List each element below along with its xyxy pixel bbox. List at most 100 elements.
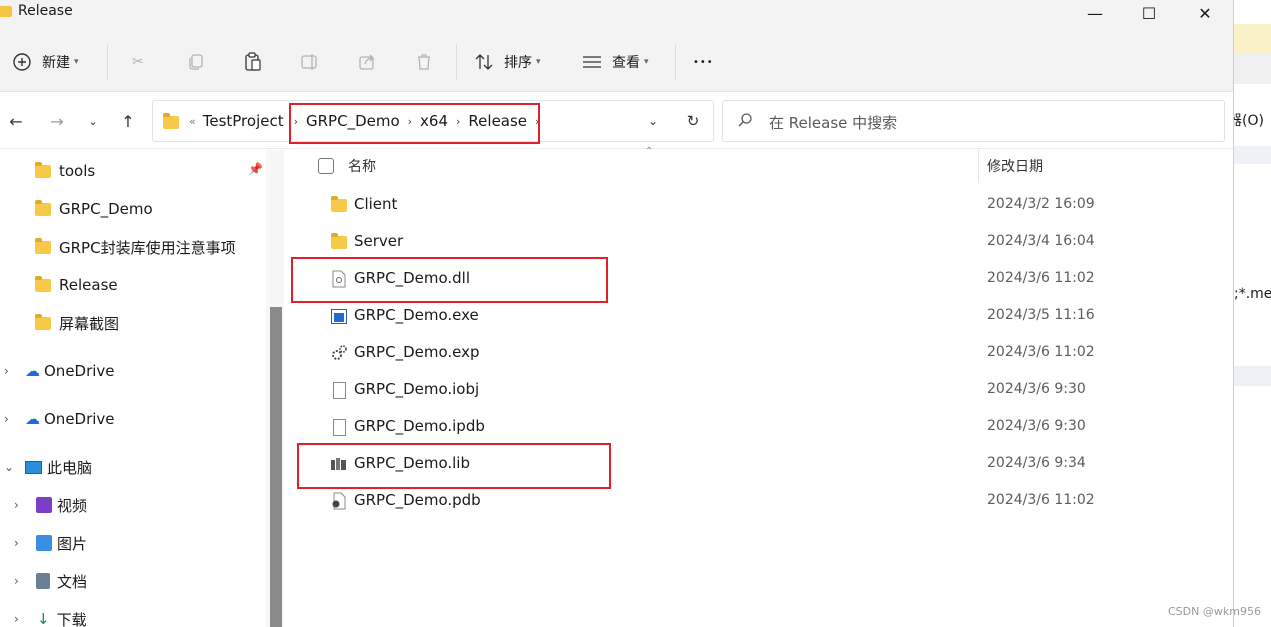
file-name: GRPC_Demo.dll [354, 269, 470, 287]
list-item[interactable]: GRPC_Demo.ipdb 2024/3/6 9:30 [286, 409, 1233, 446]
file-name: Client [354, 195, 398, 213]
folder-icon [330, 195, 348, 214]
plus-circle-icon [12, 52, 32, 72]
sidebar-item-screenshots[interactable]: 屏幕截图 [35, 304, 119, 342]
sidebar-item-label: 视频 [57, 496, 88, 515]
chevron-down-icon: ▾ [644, 57, 649, 67]
breadcrumb-x64[interactable]: x64 [420, 112, 448, 130]
file-name: GRPC_Demo.exp [354, 343, 480, 361]
rename-icon [300, 52, 320, 72]
sidebar-scrollbar-thumb[interactable] [270, 307, 282, 627]
up-arrow-icon[interactable]: ↑ [116, 109, 140, 133]
address-row: ← → ⌄ ↑ « TestProject › GRPC_Demo › x64 … [0, 93, 1233, 149]
background-row [1234, 366, 1271, 386]
overflow-icon[interactable]: « [189, 115, 196, 128]
sidebar-item-label: 文档 [57, 572, 88, 591]
minimize-button[interactable]: — [1072, 0, 1118, 26]
copy-button[interactable] [186, 47, 206, 77]
pin-icon: 📌 [248, 162, 263, 176]
chevron-right-icon: › [14, 536, 19, 550]
list-item[interactable]: GRPC_Demo.iobj 2024/3/6 9:30 [286, 372, 1233, 409]
command-bar: 新建 ▾ ✂ 排序 ▾ 查看 ▾ ••• [0, 32, 1233, 92]
breadcrumb-grpc-demo[interactable]: GRPC_Demo [306, 112, 400, 130]
navigation-pane: tools 📌 GRPC_Demo GRPC封装库使用注意事项 Release … [0, 150, 270, 627]
sidebar-item-this-pc[interactable]: ⌄ 此电脑 [0, 448, 260, 486]
delete-button[interactable] [414, 47, 434, 77]
file-date: 2024/3/6 11:02 [987, 492, 1095, 508]
list-item[interactable]: GRPC_Demo.lib 2024/3/6 9:34 [286, 446, 1233, 483]
sidebar-item-tools[interactable]: tools [35, 152, 95, 190]
sidebar-item-downloads[interactable]: › ↓ 下载 [0, 600, 260, 627]
file-date: 2024/3/6 9:30 [987, 418, 1086, 434]
recent-locations-chevron-icon[interactable]: ⌄ [81, 109, 105, 133]
trash-icon [414, 52, 434, 72]
library-icon [330, 455, 348, 473]
view-label: 查看 [612, 55, 640, 71]
file-date: 2024/3/6 9:34 [987, 455, 1086, 471]
breadcrumb-release[interactable]: Release [468, 112, 527, 130]
column-header-modified[interactable]: 修改日期 [987, 150, 1043, 182]
select-all-checkbox[interactable] [318, 158, 334, 174]
toolbar-divider [107, 44, 108, 80]
share-button[interactable] [357, 47, 377, 77]
view-button[interactable]: 查看 ▾ [582, 47, 649, 77]
forward-arrow-icon[interactable]: → [45, 109, 69, 133]
blank-file-icon [330, 418, 348, 436]
list-item[interactable]: Server 2024/3/4 16:04 [286, 224, 1233, 261]
sidebar-item-pictures[interactable]: › 图片 [0, 524, 260, 562]
back-arrow-icon[interactable]: ← [4, 109, 28, 133]
sidebar-item-onedrive-2[interactable]: › ☁ OneDrive [0, 400, 260, 438]
exe-window-icon [330, 307, 348, 325]
sidebar-item-label: tools [59, 162, 96, 180]
list-item[interactable]: Client 2024/3/2 16:09 [286, 187, 1233, 224]
sidebar-item-label: 屏幕截图 [59, 314, 120, 333]
column-divider[interactable] [978, 150, 979, 182]
file-date: 2024/3/6 9:30 [987, 381, 1086, 397]
sidebar-item-release[interactable]: Release [35, 266, 118, 304]
background-window: 器(O) ;*.met [1233, 0, 1271, 627]
chevron-down-icon: ⌄ [4, 460, 15, 474]
address-dropdown-chevron-icon[interactable]: ⌄ [641, 109, 665, 133]
chevron-right-icon: › [407, 114, 413, 128]
background-toolbar [1234, 24, 1271, 54]
file-name: GRPC_Demo.iobj [354, 380, 480, 398]
chevron-right-icon: › [4, 412, 9, 426]
sort-button[interactable]: 排序 ▾ [474, 47, 541, 77]
background-panel [1234, 54, 1271, 84]
scissors-icon: ✂ [132, 54, 144, 70]
close-button[interactable]: ✕ [1182, 0, 1228, 26]
document-icon [36, 573, 50, 589]
column-header-name[interactable]: 名称 [348, 150, 376, 182]
search-box[interactable]: 在 Release 中搜索 [722, 100, 1225, 142]
sidebar-item-videos[interactable]: › 视频 [0, 486, 260, 524]
watermark: CSDN @wkm956 [1168, 605, 1261, 618]
refresh-icon[interactable]: ↻ [681, 109, 705, 133]
file-list: ⌃ 名称 修改日期 Client 2024/3/2 16:09 Server 2… [286, 146, 1233, 627]
sidebar-item-documents[interactable]: › 文档 [0, 562, 260, 600]
sidebar-item-grpc-demo[interactable]: GRPC_Demo [35, 190, 153, 228]
search-icon [737, 112, 753, 132]
breadcrumb-testproject[interactable]: TestProject [203, 112, 284, 130]
background-text: ;*.met [1234, 286, 1271, 302]
background-row [1234, 146, 1271, 164]
rename-button[interactable] [300, 47, 320, 77]
cloud-icon: ☁ [25, 362, 40, 380]
list-item[interactable]: GRPC_Demo.exp 2024/3/6 11:02 [286, 335, 1233, 372]
folder-icon [35, 275, 51, 292]
list-item[interactable]: GRPC_Demo.dll 2024/3/6 11:02 [286, 261, 1233, 298]
cut-button[interactable]: ✂ [128, 47, 148, 77]
paste-button[interactable] [243, 47, 263, 77]
sidebar-item-onedrive[interactable]: › ☁ OneDrive [0, 352, 260, 390]
list-item[interactable]: GRPC_Demo.pdb 2024/3/6 11:02 [286, 483, 1233, 520]
list-item[interactable]: GRPC_Demo.exe 2024/3/5 11:16 [286, 298, 1233, 335]
maximize-button[interactable]: ☐ [1126, 0, 1172, 26]
new-button[interactable]: 新建 ▾ [12, 47, 79, 77]
more-options-button[interactable]: ••• [693, 47, 714, 77]
folder-icon [0, 6, 12, 17]
address-bar[interactable]: « TestProject › GRPC_Demo › x64 › Releas… [152, 100, 714, 142]
gears-icon [330, 344, 348, 362]
file-date: 2024/3/5 11:16 [987, 307, 1095, 323]
sidebar-item-grpc-notes[interactable]: GRPC封装库使用注意事项 [35, 228, 236, 266]
chevron-right-icon: › [4, 364, 9, 378]
sidebar-item-label: 下载 [56, 610, 87, 627]
